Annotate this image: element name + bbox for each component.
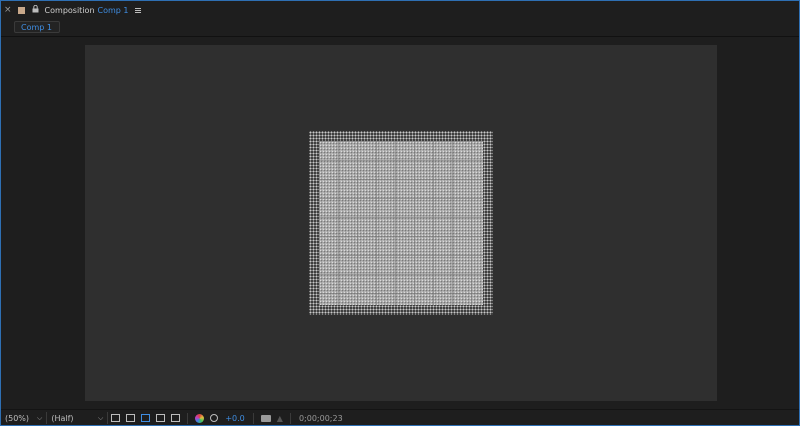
- close-icon[interactable]: ×: [4, 5, 12, 15]
- comp-tab-bar: Comp 1: [1, 19, 799, 37]
- current-time-display[interactable]: 0;00;00;23: [299, 414, 343, 423]
- lock-icon[interactable]: [32, 4, 39, 15]
- divider: [289, 412, 291, 424]
- tab-comp-1[interactable]: Comp 1: [14, 21, 60, 33]
- dot-grid-layer[interactable]: [309, 131, 493, 315]
- guides-options-icon[interactable]: [171, 414, 181, 422]
- resolution-dropdown[interactable]: (Half) ⌵: [47, 412, 109, 424]
- resolution-value: (Half): [51, 413, 74, 423]
- color-channels-icon[interactable]: [195, 413, 205, 423]
- panel-menu-icon[interactable]: [134, 7, 141, 13]
- composition-viewer[interactable]: [1, 37, 799, 407]
- magnification-dropdown[interactable]: (50%) ⌵: [1, 412, 48, 424]
- show-snapshot-icon[interactable]: ▲: [277, 414, 283, 423]
- camera-snapshot-icon[interactable]: [260, 414, 271, 422]
- divider: [252, 412, 254, 424]
- dot-grid-inner: [319, 141, 483, 305]
- panel-header: × Composition Comp 1: [1, 1, 799, 19]
- composition-canvas[interactable]: [85, 45, 717, 401]
- chevron-down-icon: ⌵: [37, 413, 43, 422]
- fast-previews-icon[interactable]: [111, 414, 121, 422]
- panel-comp-name[interactable]: Comp 1: [98, 6, 129, 15]
- magnification-value: (50%): [5, 413, 30, 423]
- transparency-grid-icon[interactable]: [126, 414, 136, 422]
- panel-title: Composition: [44, 5, 95, 15]
- chevron-down-icon: ⌵: [98, 413, 104, 422]
- exposure-value[interactable]: +0.0: [225, 414, 244, 423]
- mask-visibility-icon[interactable]: [141, 414, 151, 422]
- divider: [187, 412, 189, 424]
- label-color-swatch[interactable]: [17, 6, 25, 14]
- region-of-interest-icon[interactable]: [156, 414, 166, 422]
- composition-panel: × Composition Comp 1 Comp 1 (50%) ⌵ (Hal…: [0, 0, 800, 426]
- exposure-reset-icon[interactable]: [210, 414, 219, 422]
- viewer-bottom-bar: (50%) ⌵ (Half) ⌵ +0.0 ▲ 0;00;00;23: [1, 409, 799, 426]
